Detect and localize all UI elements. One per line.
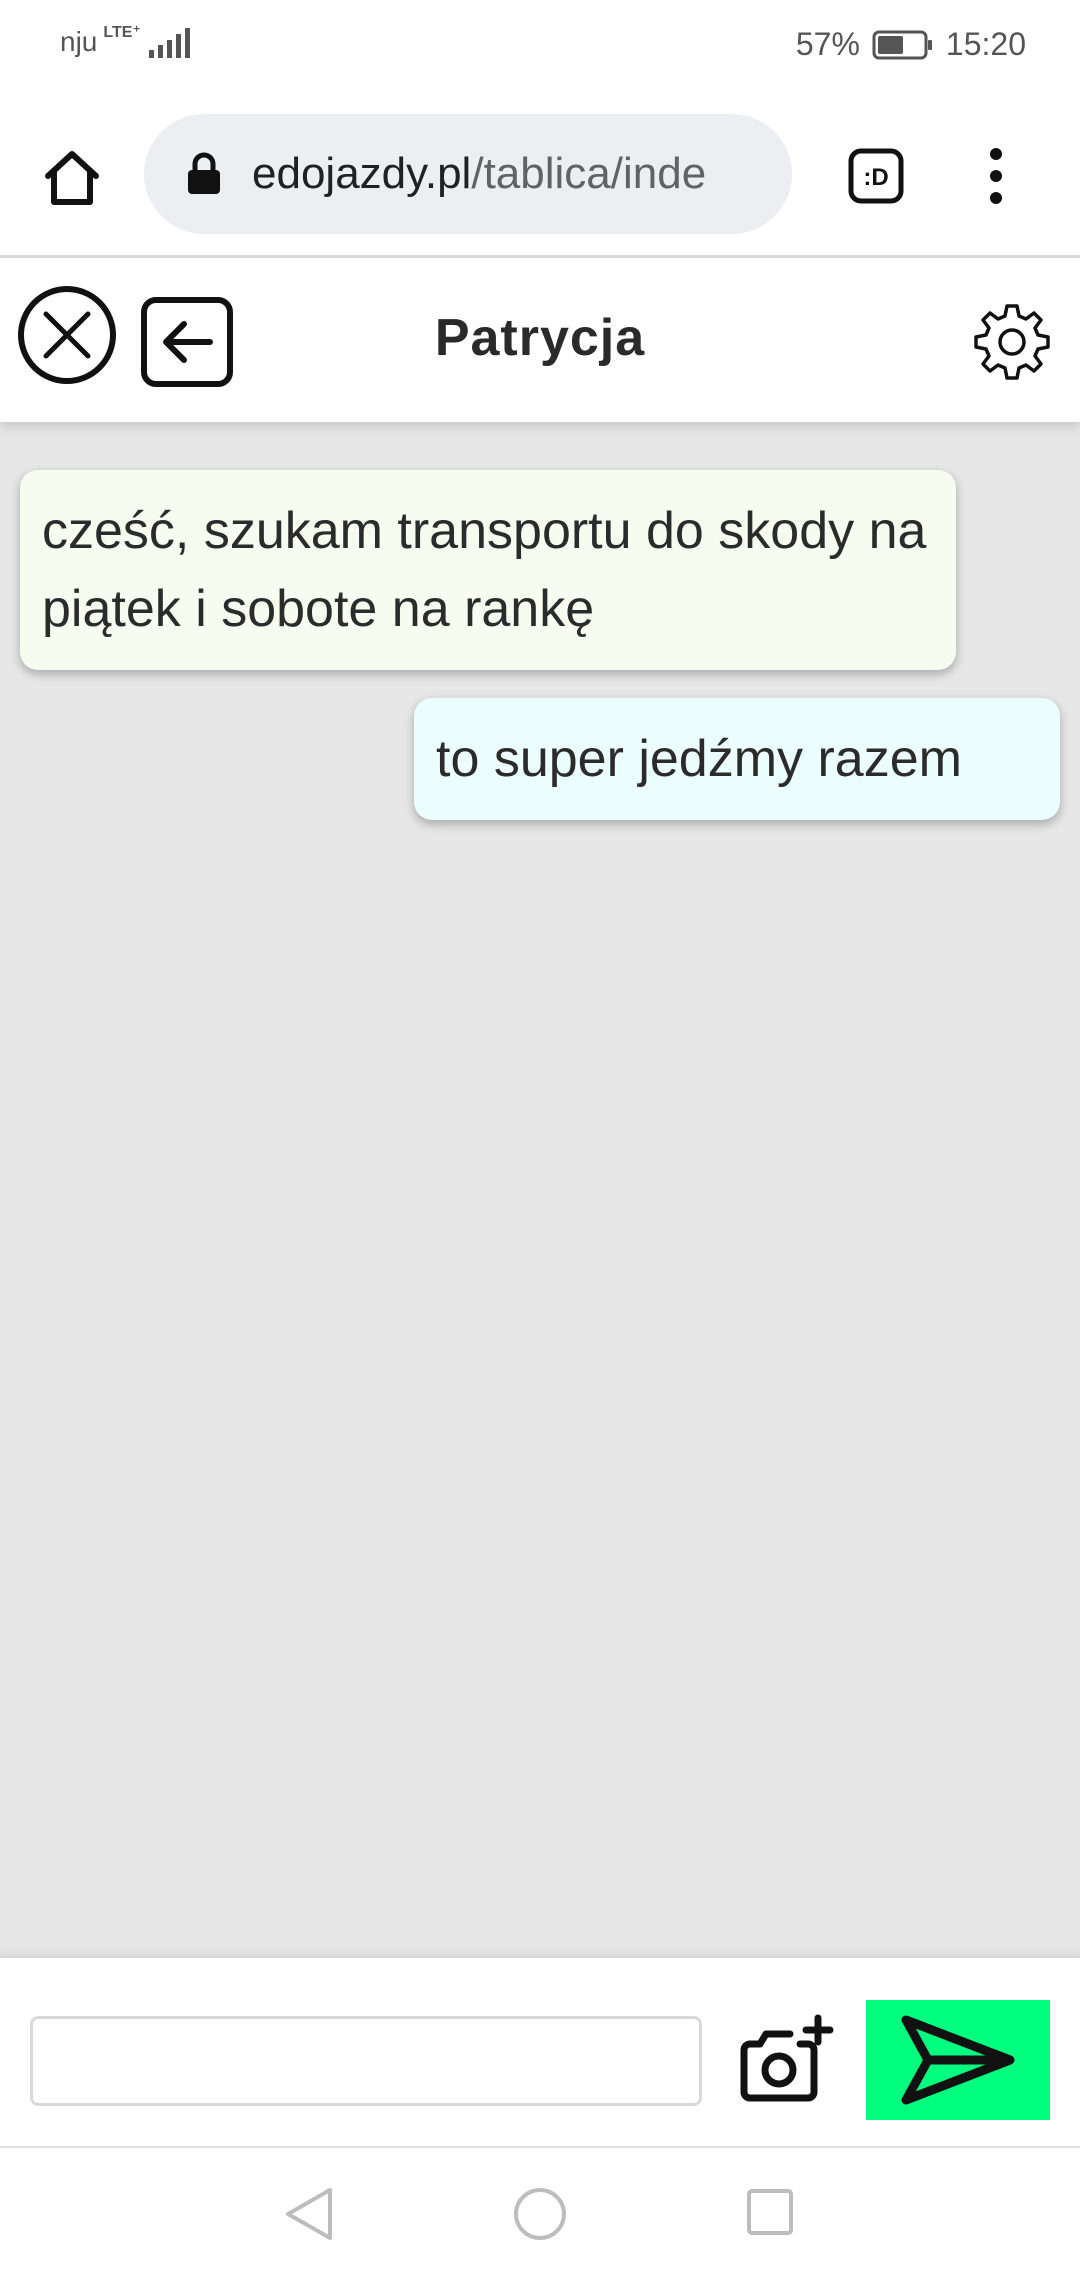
- battery-icon: [872, 30, 932, 59]
- url-text: edojazdy.pl/tablica/inde: [252, 149, 706, 199]
- lock-icon: [188, 152, 220, 194]
- more-vertical-icon: [990, 148, 1002, 204]
- nav-back-icon[interactable]: [284, 2186, 334, 2242]
- system-nav-bar: [0, 2148, 1080, 2280]
- tab-switcher-button[interactable]: :D: [848, 148, 904, 204]
- settings-button[interactable]: [972, 302, 1052, 382]
- outgoing-message: to super jedźmy razem: [414, 698, 1060, 820]
- message-composer: [0, 1956, 1080, 2148]
- incoming-message: cześć, szukam transportu do skody na pią…: [20, 470, 956, 670]
- nav-home-icon[interactable]: [512, 2186, 568, 2242]
- camera-plus-icon: [740, 2014, 834, 2102]
- nav-recents-icon[interactable]: [746, 2188, 794, 2236]
- url-path: /tablica/inde: [471, 149, 707, 198]
- home-icon: [45, 151, 99, 205]
- home-button[interactable]: [36, 142, 108, 214]
- chat-title: Patrycja: [434, 309, 646, 367]
- page: nju LTE⁺ 57% 15:20 edojazdy.pl/tablica/i…: [0, 0, 1080, 2280]
- messages-area: cześć, szukam transportu do skody na pią…: [0, 422, 1080, 1956]
- tab-badge-text: :D: [863, 164, 888, 191]
- url-host: edojazdy.pl: [252, 149, 472, 198]
- status-right: 57% 15:20: [796, 26, 1026, 63]
- clock: 15:20: [945, 26, 1026, 62]
- network-type: LTE⁺: [103, 24, 141, 41]
- address-bar[interactable]: edojazdy.pl/tablica/inde: [144, 114, 792, 234]
- browser-menu-button[interactable]: [966, 144, 1026, 208]
- status-left: nju LTE⁺: [60, 24, 193, 58]
- status-bar: nju LTE⁺ 57% 15:20: [0, 0, 1080, 92]
- browser-toolbar: edojazdy.pl/tablica/inde :D: [0, 92, 1080, 258]
- battery-percent: 57%: [795, 26, 860, 62]
- add-photo-button[interactable]: [738, 2012, 836, 2108]
- message-input[interactable]: [30, 2016, 702, 2106]
- signal-icon: [148, 28, 190, 58]
- tab-switcher-icon: :D: [848, 148, 904, 204]
- carrier-name: nju: [60, 26, 98, 57]
- chat-header: Patrycja: [0, 258, 1080, 422]
- send-button[interactable]: [866, 2000, 1050, 2120]
- gear-icon: [974, 304, 1050, 380]
- send-icon: [901, 2015, 1015, 2105]
